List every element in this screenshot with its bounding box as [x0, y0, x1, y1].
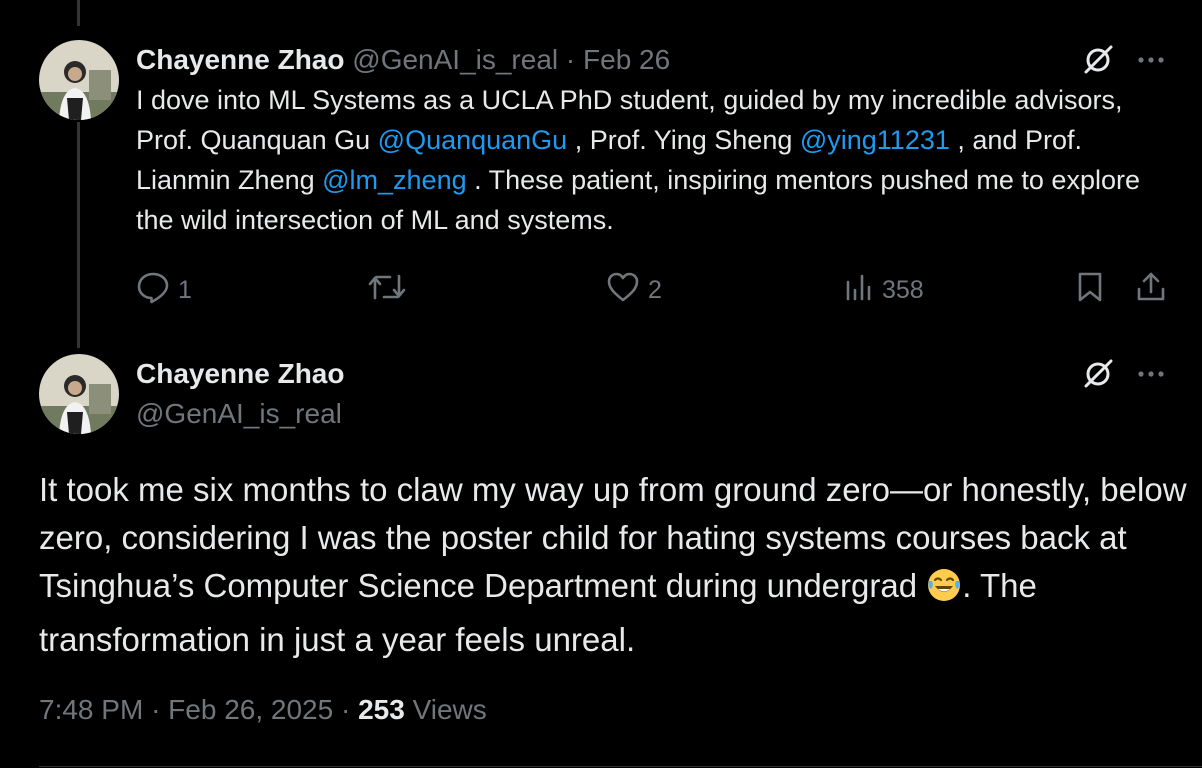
- bookmark-button[interactable]: [1076, 270, 1104, 310]
- separator: ·: [151, 694, 161, 725]
- mention-link[interactable]: @ying11231: [800, 125, 950, 155]
- separator: ·: [340, 694, 351, 725]
- tweet-text: It took me six months to claw my way up …: [39, 466, 1189, 664]
- tweet-1[interactable]: Chayenne Zhao @GenAI_is_real · Feb 26 I …: [136, 40, 1176, 240]
- tweet-meta: 7:48 PM · Feb 26, 2025 · 253 Views: [39, 690, 487, 730]
- more-icon[interactable]: [1136, 362, 1166, 386]
- tweet-actions: 1 2 358: [136, 270, 1176, 310]
- author-name[interactable]: Chayenne Zhao: [136, 44, 344, 75]
- tears-of-joy-emoji: [926, 567, 962, 616]
- author-name[interactable]: Chayenne Zhao: [136, 354, 344, 394]
- reply-count: 1: [178, 275, 192, 304]
- grok-icon[interactable]: [1082, 44, 1114, 76]
- tweet-date[interactable]: Feb 26: [583, 44, 670, 75]
- views-label: Views: [412, 694, 487, 725]
- heart-icon: [606, 271, 640, 310]
- like-count: 2: [648, 275, 662, 304]
- tweet-header: Chayenne Zhao @GenAI_is_real · Feb 26: [136, 40, 1176, 80]
- thread-line: [77, 0, 80, 26]
- grok-icon[interactable]: [1082, 358, 1114, 390]
- author-handle[interactable]: @GenAI_is_real: [136, 394, 344, 434]
- bookmark-icon: [1076, 270, 1104, 311]
- separator: ·: [565, 44, 576, 75]
- share-icon: [1136, 270, 1166, 311]
- retweet-button[interactable]: [368, 270, 414, 310]
- mention-link[interactable]: @lm_zheng: [322, 165, 466, 195]
- views-count: 358: [882, 275, 924, 304]
- avatar[interactable]: [39, 354, 119, 434]
- thread-line: [77, 122, 80, 348]
- reply-button[interactable]: 1: [136, 270, 192, 310]
- tweet-header: Chayenne Zhao @GenAI_is_real: [136, 354, 344, 434]
- reply-icon: [136, 270, 170, 311]
- divider: [39, 766, 1202, 767]
- tweet-full-date[interactable]: Feb 26, 2025: [168, 694, 333, 725]
- text-part: , Prof. Ying Sheng: [567, 125, 800, 155]
- tweet-time[interactable]: 7:48 PM: [39, 694, 143, 725]
- views-icon: [844, 272, 874, 309]
- views-button[interactable]: 358: [844, 270, 924, 310]
- tweet-text: I dove into ML Systems as a UCLA PhD stu…: [136, 80, 1176, 240]
- avatar[interactable]: [39, 40, 119, 120]
- like-button[interactable]: 2: [606, 270, 662, 310]
- share-button[interactable]: [1136, 270, 1166, 310]
- views-count: 253: [358, 694, 405, 725]
- author-handle[interactable]: @GenAI_is_real: [352, 44, 558, 75]
- more-icon[interactable]: [1136, 48, 1166, 72]
- mention-link[interactable]: @QuanquanGu: [378, 125, 568, 155]
- retweet-icon: [368, 270, 406, 311]
